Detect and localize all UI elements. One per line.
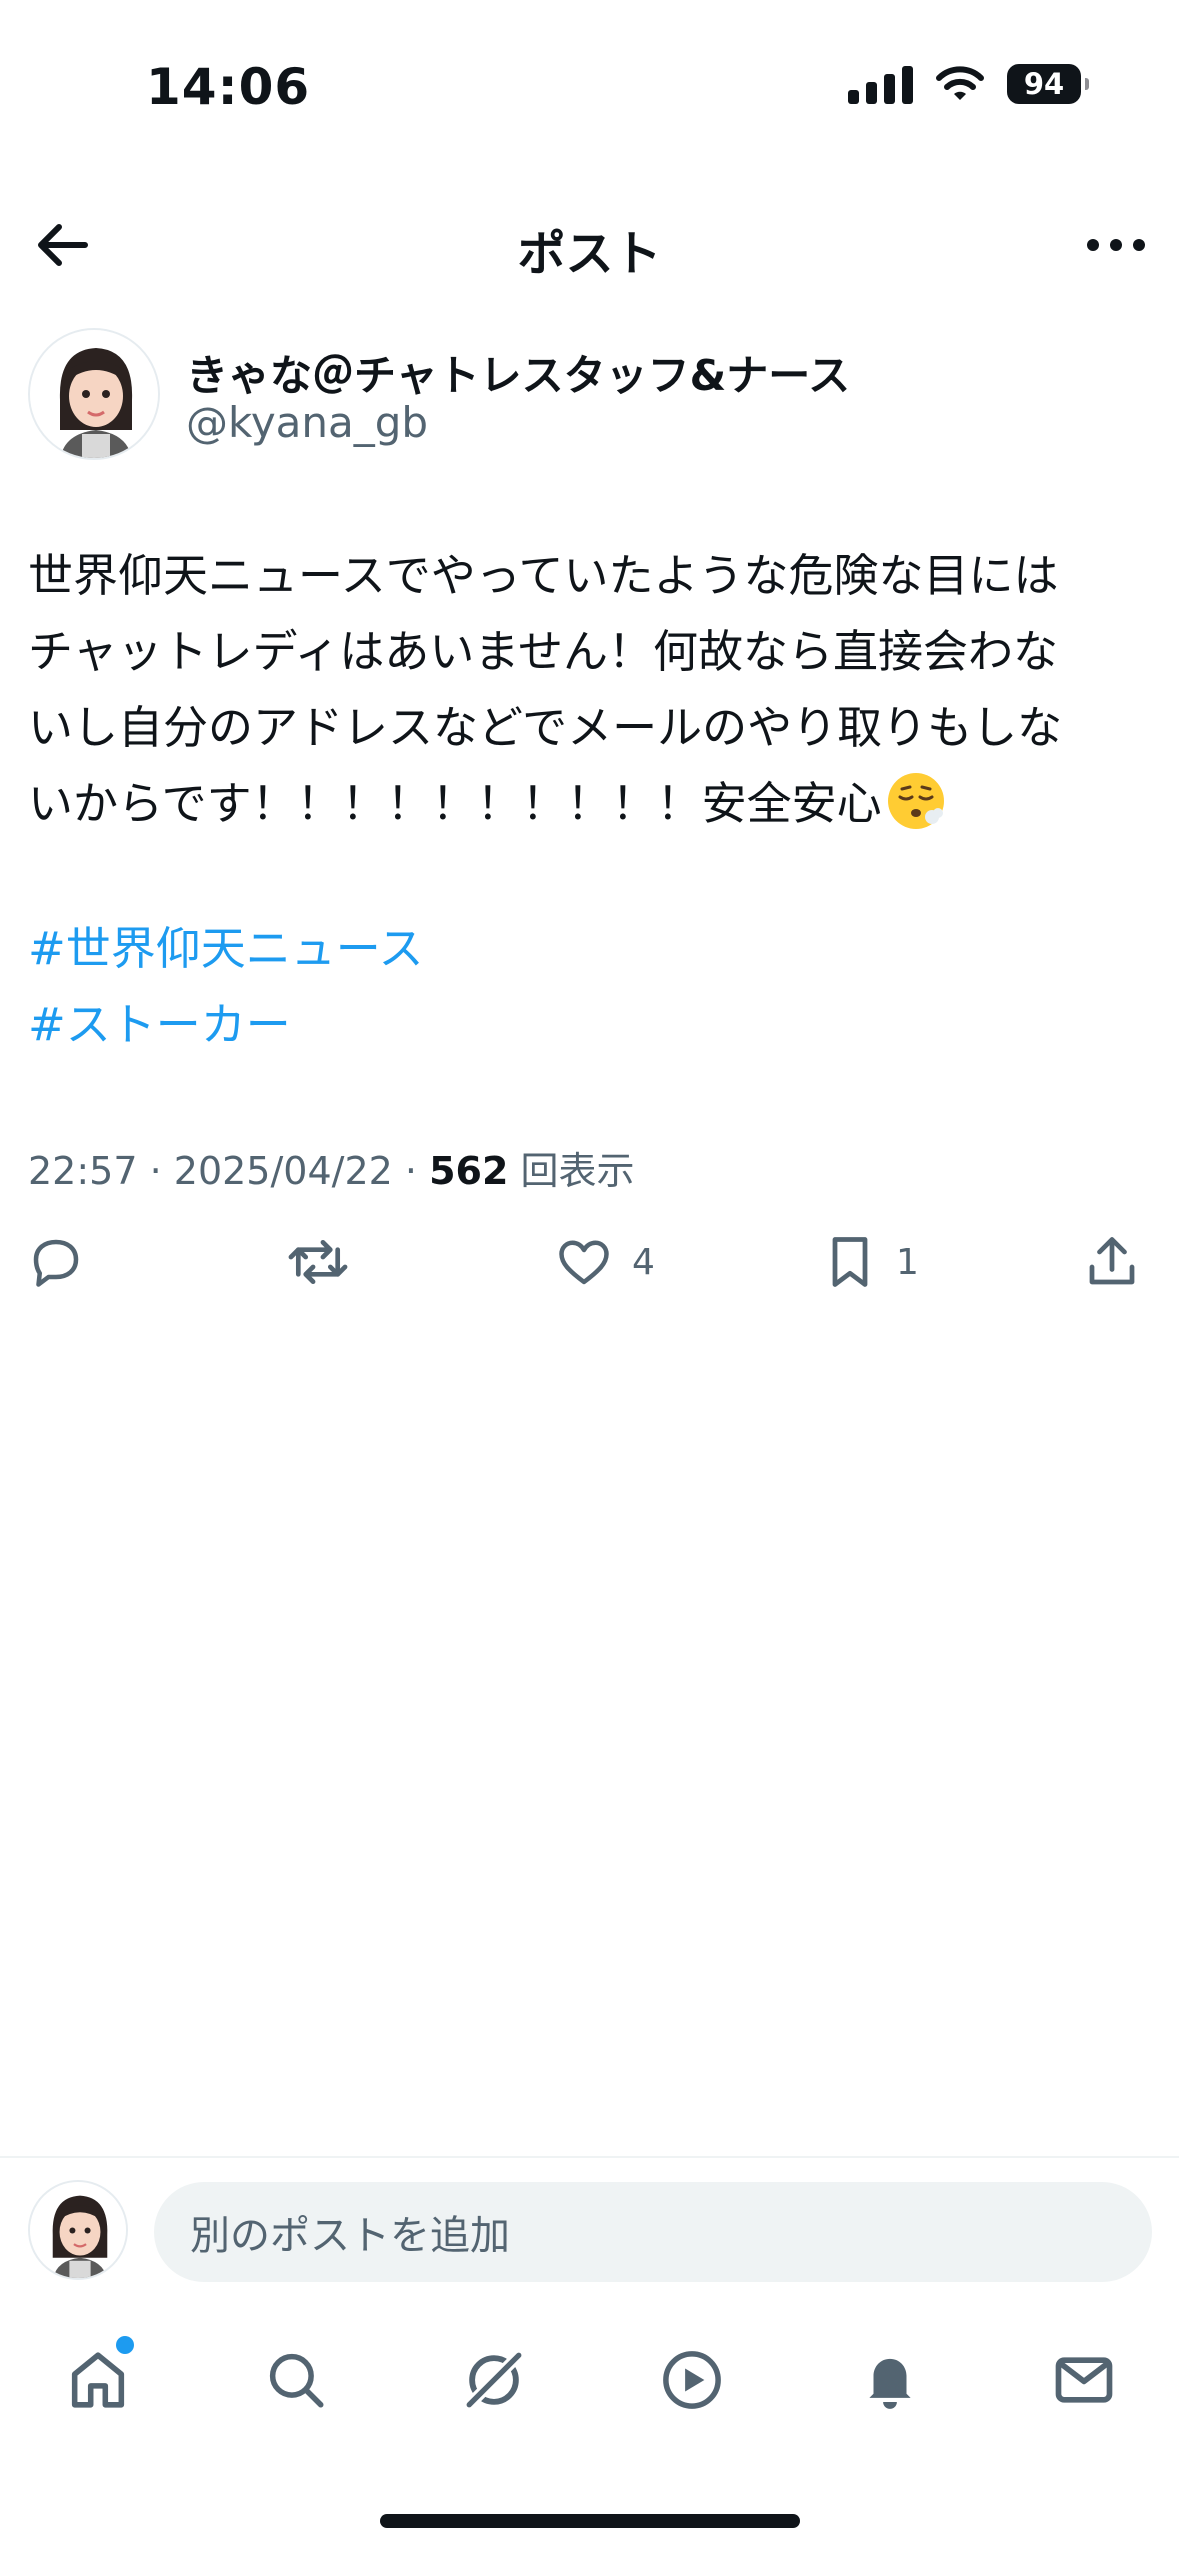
meta-separator: · <box>149 1149 174 1193</box>
post-date: 2025/04/22 <box>173 1149 393 1193</box>
cellular-signal-icon <box>848 64 913 104</box>
post-line: チャットレディはあいません！何故なら直接会わな <box>28 614 1150 690</box>
author-avatar[interactable] <box>28 328 160 460</box>
meta-separator: · <box>404 1149 430 1193</box>
video-icon <box>663 2351 721 2409</box>
composer-divider <box>0 2156 1179 2158</box>
author-display-name[interactable]: きゃな＠チャトレスタッフ&ナース <box>186 342 850 403</box>
hashtag-link[interactable]: #世界仰天ニュース <box>28 912 423 977</box>
more-horizontal-icon <box>1087 239 1145 251</box>
more-options-button[interactable] <box>1081 212 1151 278</box>
tab-notifications[interactable] <box>850 2340 930 2420</box>
notifications-icon <box>869 2358 911 2409</box>
avatar-illustration <box>30 2182 126 2278</box>
home-notification-dot <box>116 2336 134 2354</box>
like-button[interactable]: 4 <box>554 1232 655 1292</box>
repost-icon <box>288 1239 348 1285</box>
tab-video[interactable] <box>652 2340 732 2420</box>
share-icon <box>1089 1237 1135 1285</box>
grok-icon <box>463 2349 525 2411</box>
user-avatar[interactable] <box>28 2180 128 2280</box>
post-line-text: いからです！！！！！！！！！！安全安心 <box>28 777 882 830</box>
view-count-label: 回表示 <box>520 1149 635 1193</box>
avatar-illustration <box>30 330 158 458</box>
tab-grok[interactable] <box>454 2340 534 2420</box>
tab-messages[interactable] <box>1044 2340 1124 2420</box>
wifi-icon <box>936 66 984 100</box>
battery-level: 94 <box>1023 67 1065 101</box>
post-line: いし自分のアドレスなどでメールのやり取りもしな <box>28 701 1063 754</box>
post-text: 世界仰天ニュースでやっていたような危険な目には チャットレディはあいません！何故な… <box>28 538 1150 842</box>
page-title: ポスト <box>517 226 662 282</box>
reply-composer-input[interactable]: 別のポストを追加 <box>154 2182 1152 2282</box>
like-count: 4 <box>632 1241 655 1283</box>
post-line: いからです！！！！！！！！！！安全安心 <box>28 766 1150 842</box>
heart-icon <box>559 1240 609 1285</box>
sighing-face-emoji-icon <box>887 773 944 829</box>
tab-search[interactable] <box>256 2340 336 2420</box>
post-time: 22:57 <box>28 1149 138 1193</box>
bookmark-button[interactable]: 1 <box>822 1232 919 1292</box>
reply-button[interactable] <box>26 1232 104 1292</box>
share-button[interactable] <box>1082 1232 1142 1292</box>
post-line-text: チャットレディはあいません！何故なら直接会わな <box>28 625 1059 678</box>
post-line: 世界仰天ニュースでやっていたような危険な目には <box>28 549 1059 602</box>
status-indicators: 94 <box>848 64 1089 104</box>
author-handle[interactable]: @kyana_gb <box>186 398 428 447</box>
view-count: 562 <box>429 1149 509 1193</box>
bookmark-count: 1 <box>896 1241 919 1283</box>
search-icon <box>269 2353 324 2408</box>
reply-icon <box>33 1239 79 1287</box>
home-icon <box>71 2352 125 2408</box>
repost-button[interactable] <box>286 1232 368 1292</box>
battery-icon: 94 <box>1007 64 1089 104</box>
composer-placeholder: 別のポストを追加 <box>190 2213 510 2259</box>
hashtag-link[interactable]: #ストーカー <box>28 988 291 1053</box>
messages-icon <box>1055 2357 1113 2403</box>
post-meta: 22:57 · 2025/04/22 · 562 回表示 <box>28 1140 635 1195</box>
home-indicator <box>380 2514 800 2528</box>
bookmark-icon <box>832 1237 868 1287</box>
status-time: 14:06 <box>146 58 311 116</box>
